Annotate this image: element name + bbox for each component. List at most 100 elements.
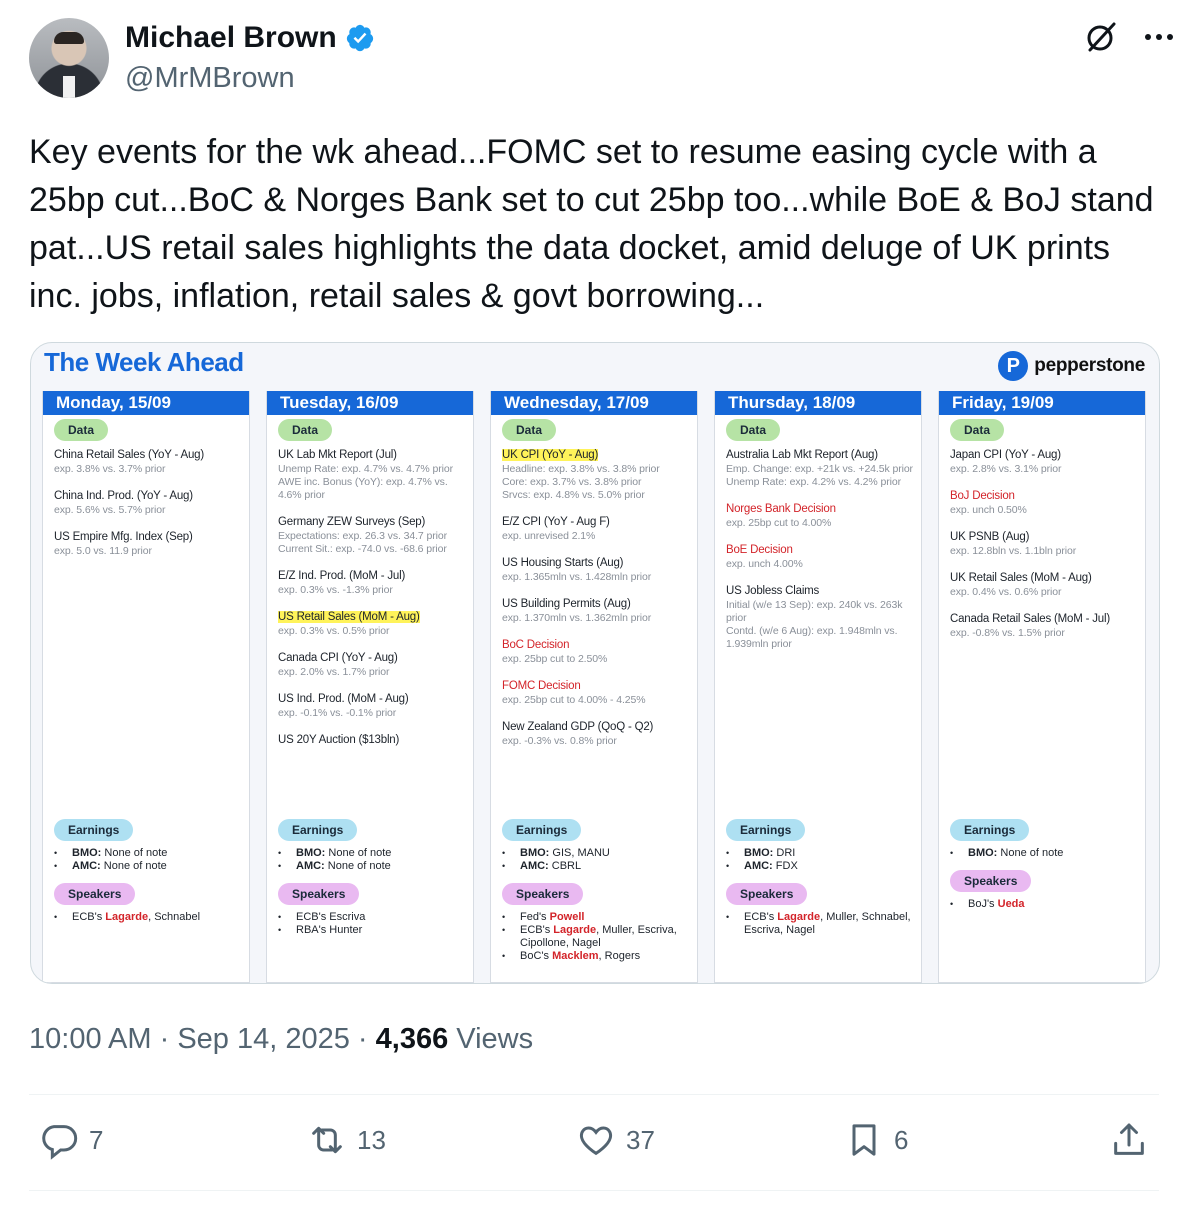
speaker-item: ECB's Lagarde, Schnabel — [54, 911, 248, 924]
meta-separator: · — [349, 1023, 376, 1055]
speakers-pill: Speakers — [950, 870, 1032, 892]
verified-badge-icon — [346, 24, 373, 52]
event-item: China Retail Sales (YoY - Aug) exp. 3.8% … — [54, 445, 248, 476]
tweet-text: Key events for the wk ahead...FOMC set t… — [29, 133, 1154, 315]
event-item: US 20Y Auction ($13bln) — [278, 730, 472, 748]
event-expectation: Emp. Change: exp. +21k vs. +24.5k prior — [726, 463, 913, 475]
event-expectation: exp. 2.8% vs. 3.1% prior — [950, 463, 1062, 475]
event-expectation: exp. -0.3% vs. 0.8% prior — [502, 735, 617, 747]
event-expectation: exp. 1.370mln vs. 1.362mln prior — [502, 612, 652, 624]
day-column: Friday, 19/09 Data Japan CPI (YoY - Aug) ex… — [938, 391, 1146, 983]
event-title: BoJ Decision — [950, 490, 1015, 502]
more-options-icon[interactable] — [1144, 33, 1174, 41]
earnings-item: BMO: None of note — [278, 847, 472, 860]
day-header: Tuesday, 16/09 — [267, 391, 473, 415]
event-title: China Ind. Prod. (YoY - Aug) — [54, 490, 193, 502]
event-item: UK CPI (YoY - Aug) Headline: exp. 3.8% vs… — [502, 445, 696, 502]
pepperstone-logo-icon: P — [998, 351, 1029, 381]
event-item: US Building Permits (Aug) exp. 1.370mln v… — [502, 594, 696, 625]
event-expectation: Srvcs: exp. 4.8% vs. 5.0% prior — [502, 489, 645, 501]
earnings-item: BMO: None of note — [54, 847, 248, 860]
event-title: UK Lab Mkt Report (Jul) — [278, 449, 397, 461]
event-expectation: exp. 3.8% vs. 3.7% prior — [54, 463, 166, 475]
like-button[interactable]: 37 — [574, 1120, 655, 1160]
reply-button[interactable]: 7 — [37, 1120, 103, 1160]
event-item: Germany ZEW Surveys (Sep) Expectations: e… — [278, 512, 472, 556]
event-expectation: exp. 12.8bln vs. 1.1bln prior — [950, 545, 1077, 557]
earnings-item: AMC: None of note — [278, 860, 472, 873]
earnings-pill: Earnings — [950, 819, 1030, 841]
day-header: Monday, 15/09 — [43, 391, 249, 415]
earnings-item: AMC: None of note — [54, 860, 248, 873]
author-name[interactable]: Michael Brown — [125, 21, 375, 55]
tweet-date[interactable]: Sep 14, 2025 — [177, 1023, 350, 1055]
earnings-pill: Earnings — [278, 819, 358, 841]
day-column: Thursday, 18/09 Data Australia Lab Mkt Rep… — [714, 391, 922, 983]
pepperstone-logo: P pepperstone — [998, 351, 1145, 381]
event-title: Australia Lab Mkt Report (Aug) — [726, 449, 878, 461]
author-handle[interactable]: @MrMBrown — [125, 62, 295, 95]
repost-icon — [312, 1126, 342, 1154]
event-expectation: exp. 0.3% vs. -1.3% prior — [278, 584, 393, 596]
share-button[interactable] — [1107, 1120, 1151, 1160]
event-expectation: exp. unrevised 2.1% — [502, 530, 596, 542]
data-pill: Data — [726, 419, 781, 441]
views-label: Views — [456, 1023, 534, 1055]
event-item: US Housing Starts (Aug) exp. 1.365mln vs.… — [502, 553, 696, 584]
data-pill: Data — [54, 419, 109, 441]
event-title: UK PSNB (Aug) — [950, 531, 1030, 543]
event-expectation: exp. 0.4% vs. 0.6% prior — [950, 586, 1062, 598]
event-expectation: exp. 5.0 vs. 11.9 prior — [54, 545, 152, 557]
event-item: Japan CPI (YoY - Aug) exp. 2.8% vs. 3.1% … — [950, 445, 1144, 476]
day-header: Friday, 19/09 — [939, 391, 1145, 415]
day-column: Wednesday, 17/09 Data UK CPI (YoY - Aug) He… — [490, 391, 698, 983]
bookmark-button[interactable]: 6 — [842, 1120, 908, 1160]
event-item: UK Retail Sales (MoM - Aug) exp. 0.4% vs.… — [950, 568, 1144, 599]
earnings-pill: Earnings — [502, 819, 582, 841]
speaker-item: ECB's Escriva — [278, 911, 472, 924]
event-item: BoC Decision exp. 25bp cut to 2.50% — [502, 635, 696, 666]
earnings-item: AMC: CBRL — [502, 860, 696, 873]
speaker-item: BoJ's Ueda — [950, 898, 1144, 911]
tweet-meta: 10:00 AM · Sep 14, 2025 · 4,366 Views — [29, 1023, 533, 1056]
share-icon — [1114, 1123, 1144, 1155]
card-title: The Week Ahead — [44, 347, 244, 377]
bookmark-icon — [852, 1124, 876, 1156]
event-expectation: exp. -0.1% vs. -0.1% prior — [278, 707, 397, 719]
event-item: US Retail Sales (MoM - Aug) exp. 0.3% vs.… — [278, 607, 472, 638]
event-expectation: Current Sit.: exp. -74.0 vs. -68.6 prior — [278, 543, 447, 555]
event-expectation: exp. 1.365mln vs. 1.428mln prior — [502, 571, 652, 583]
repost-button[interactable]: 13 — [305, 1120, 386, 1160]
day-header: Thursday, 18/09 — [715, 391, 921, 415]
event-expectation: Unemp Rate: exp. 4.7% vs. 4.7% prior — [278, 463, 453, 475]
day-column: Tuesday, 16/09 Data UK Lab Mkt Report (Jul… — [266, 391, 474, 983]
earnings-item: BMO: DRI — [726, 847, 920, 860]
earnings-pill: Earnings — [54, 819, 134, 841]
avatar[interactable] — [29, 18, 109, 98]
event-item: Canada Retail Sales (MoM - Jul) exp. -0.8… — [950, 609, 1144, 640]
event-expectation: exp. 2.0% vs. 1.7% prior — [278, 666, 390, 678]
day-header: Wednesday, 17/09 — [491, 391, 697, 415]
event-title: US Ind. Prod. (MoM - Aug) — [278, 693, 409, 705]
event-item: UK PSNB (Aug) exp. 12.8bln vs. 1.1bln pri… — [950, 527, 1144, 558]
author-name-text[interactable]: Michael Brown — [125, 21, 337, 55]
event-title: US Building Permits (Aug) — [502, 598, 631, 610]
event-title: Japan CPI (YoY - Aug) — [950, 449, 1061, 461]
earnings-item: BMO: None of note — [950, 847, 1144, 860]
earnings-item: AMC: FDX — [726, 860, 920, 873]
week-ahead-image[interactable]: The Week Ahead P pepperstone Monday, 15/… — [30, 342, 1160, 984]
event-item: E/Z CPI (YoY - Aug F) exp. unrevised 2.1% — [502, 512, 696, 543]
grok-icon[interactable] — [1084, 20, 1118, 54]
divider — [29, 1094, 1159, 1095]
event-title: US Housing Starts (Aug) — [502, 557, 624, 569]
event-item: Australia Lab Mkt Report (Aug) Emp. Chang… — [726, 445, 920, 489]
event-title: BoE Decision — [726, 544, 793, 556]
like-count: 37 — [626, 1124, 655, 1155]
tweet-time[interactable]: 10:00 AM — [29, 1023, 152, 1055]
divider — [29, 1190, 1159, 1191]
reply-icon — [42, 1125, 78, 1160]
event-title: FOMC Decision — [502, 680, 581, 692]
event-title: New Zealand GDP (QoQ - Q2) — [502, 721, 654, 733]
bookmark-count: 6 — [894, 1124, 909, 1155]
speaker-item: ECB's Lagarde, Muller, Escriva, Cipollon… — [502, 924, 696, 950]
